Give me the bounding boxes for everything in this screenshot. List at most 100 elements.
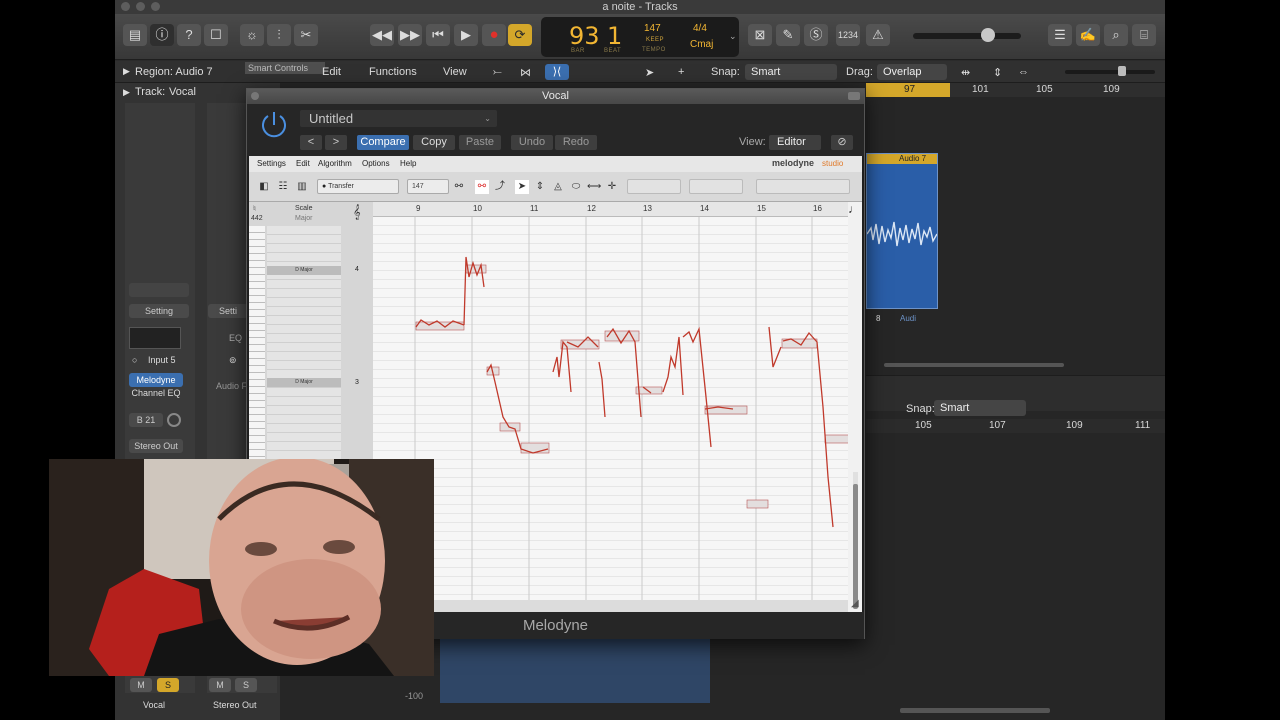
region-disclosure-icon[interactable]: ▶	[123, 66, 130, 77]
close-button[interactable]	[121, 2, 130, 11]
eq-thumbnail[interactable]	[129, 327, 181, 349]
snap-select[interactable]: Smart	[745, 64, 837, 80]
forward-icon[interactable]: ▶▶	[398, 24, 422, 46]
preset-select[interactable]: Untitled ⌄	[300, 110, 497, 127]
zoom-slider[interactable]	[1065, 70, 1155, 74]
flex-mode-icon[interactable]: ⟩⟨	[545, 64, 569, 80]
pitch-drift-icon[interactable]: ⤴	[493, 180, 507, 194]
upper-scrollbar[interactable]	[884, 363, 1064, 367]
menu-edit[interactable]: Edit	[322, 66, 341, 78]
horizontal-zoom-icon[interactable]: ⇔	[1018, 66, 1029, 78]
param-field-1[interactable]	[627, 179, 681, 194]
chain-icon[interactable]: ⚯	[452, 180, 466, 194]
play-icon[interactable]: ▶	[454, 24, 478, 46]
amplitude-tool-icon[interactable]: ⬭	[569, 180, 583, 194]
plugin-resize-button[interactable]	[848, 92, 860, 100]
mute-button-stereo-out[interactable]: M	[209, 678, 231, 692]
input-monitor-icon[interactable]: ○	[132, 355, 137, 365]
tempo-field[interactable]: 147	[407, 179, 449, 194]
link-circles-icon[interactable]: ⊚	[229, 355, 237, 366]
browser-icon[interactable]: ⌸	[1132, 24, 1156, 46]
output-slot[interactable]: Stereo Out	[129, 439, 183, 453]
scissors-icon[interactable]: ✂	[294, 24, 318, 46]
mixer-icon[interactable]: ⫶	[267, 24, 291, 46]
input-slot[interactable]: Input 5	[148, 355, 176, 365]
plugin-close-button[interactable]	[251, 92, 259, 100]
tuner-icon[interactable]: ⊠	[748, 24, 772, 46]
track-disclosure-icon[interactable]: ▶	[123, 87, 130, 98]
flex-icon[interactable]: ⋈	[520, 66, 531, 79]
lcd-display[interactable]: 93 1 BAR BEAT 147 KEEP TEMPO 4/4 Cmaj ⌄	[541, 17, 739, 57]
lcd-dropdown-icon[interactable]: ⌄	[729, 31, 737, 42]
eq-label[interactable]: EQ	[229, 333, 242, 343]
solo-button-vocal[interactable]: S	[157, 678, 179, 692]
send-knob-icon[interactable]	[167, 413, 181, 427]
time-tool-icon[interactable]: ⟷	[587, 180, 601, 194]
settings-icon[interactable]: ☼	[240, 24, 264, 46]
lower-audio-region[interactable]	[440, 638, 710, 703]
lower-ruler[interactable]: 105 107 109 111	[866, 419, 1165, 433]
lower-snap-select[interactable]: Smart	[934, 400, 1026, 416]
sidebar-toggle-icon[interactable]: ◧	[257, 180, 271, 194]
region-label[interactable]: Region: Audio 7	[135, 66, 213, 78]
melodyne-plugin-slot[interactable]: Melodyne	[129, 373, 183, 387]
record-icon[interactable]: ●	[482, 24, 506, 46]
transfer-button[interactable]: ● Transfer	[317, 179, 399, 194]
drag-select[interactable]: Overlap	[877, 64, 947, 80]
overview-strip[interactable]	[373, 600, 848, 612]
menu-view[interactable]: View	[443, 66, 467, 78]
note-value-icon[interactable]: ♩	[848, 202, 860, 216]
solo-button-stereo-out[interactable]: S	[235, 678, 257, 692]
paste-button[interactable]: Paste	[459, 135, 501, 150]
melodyne-menu-algorithm[interactable]: Algorithm	[318, 159, 352, 168]
plugin-title-bar[interactable]: Vocal	[247, 89, 864, 104]
notepad-icon[interactable]: ✍	[1076, 24, 1100, 46]
master-volume-knob[interactable]	[981, 28, 995, 42]
master-volume-slider[interactable]	[913, 33, 1021, 39]
mixer-view-icon[interactable]: ☷	[276, 180, 290, 194]
compare-button[interactable]: Compare	[357, 135, 409, 150]
resize-grip-icon[interactable]: ◢	[851, 598, 859, 609]
lower-scrollbar[interactable]	[900, 708, 1050, 713]
pitch-ref-arrow-icon[interactable]: ♮	[253, 204, 256, 213]
copy-button[interactable]: Copy	[413, 135, 455, 150]
zoom-button[interactable]	[151, 2, 160, 11]
pencil-tool-icon[interactable]: +	[678, 66, 684, 78]
melodyne-menu-settings[interactable]: Settings	[257, 159, 286, 168]
cycle-icon[interactable]: ⟳	[508, 24, 532, 46]
pencil-icon[interactable]: ✎	[776, 24, 800, 46]
scale-header[interactable]: Scale	[295, 205, 313, 212]
pitch-tool-icon[interactable]: ⇕	[533, 180, 547, 194]
vertical-zoom-icon[interactable]: ⇕	[993, 66, 1002, 79]
melodyne-menu-help[interactable]: Help	[400, 159, 416, 168]
solo-icon[interactable]: Ⓢ	[804, 24, 828, 46]
melodyne-menu-edit[interactable]: Edit	[296, 159, 310, 168]
minimize-button[interactable]	[136, 2, 145, 11]
link-icon[interactable]: ⊘	[831, 135, 853, 150]
help-icon[interactable]: ?	[177, 24, 201, 46]
setting-button-2[interactable]: Setti	[208, 304, 248, 318]
mute-button-vocal[interactable]: M	[130, 678, 152, 692]
search-icon[interactable]: ⌕	[1104, 24, 1128, 46]
spectrum-icon[interactable]: ▥	[295, 180, 309, 194]
setting-button-1[interactable]: Setting	[129, 304, 189, 318]
menu-functions[interactable]: Functions	[369, 66, 417, 78]
audio-region[interactable]: Audio 7	[866, 153, 938, 309]
view-select[interactable]: Editor	[769, 135, 821, 150]
waveform-zoom-icon[interactable]: ⇹	[961, 66, 970, 79]
ruler-top[interactable]: 97 101 105 109	[866, 83, 1165, 97]
metronome-icon[interactable]: ⚠	[866, 24, 890, 46]
redo-button[interactable]: Redo	[555, 135, 597, 150]
next-preset-button[interactable]: >	[325, 135, 347, 150]
zoom-slider-knob[interactable]	[1118, 66, 1126, 76]
library-icon[interactable]: ▤	[123, 24, 147, 46]
to-start-icon[interactable]: ⏮	[426, 24, 450, 46]
channel-eq-slot[interactable]: Channel EQ	[129, 386, 183, 400]
vertical-scroll-thumb[interactable]	[853, 484, 858, 609]
param-field-2[interactable]	[689, 179, 743, 194]
separation-tool-icon[interactable]: ✛	[605, 180, 619, 194]
prev-preset-button[interactable]: <	[300, 135, 322, 150]
macro-icon[interactable]: ⚯	[475, 180, 489, 194]
bus-send[interactable]: B 21	[129, 413, 163, 427]
catch-icon[interactable]: ⤚	[493, 66, 502, 79]
